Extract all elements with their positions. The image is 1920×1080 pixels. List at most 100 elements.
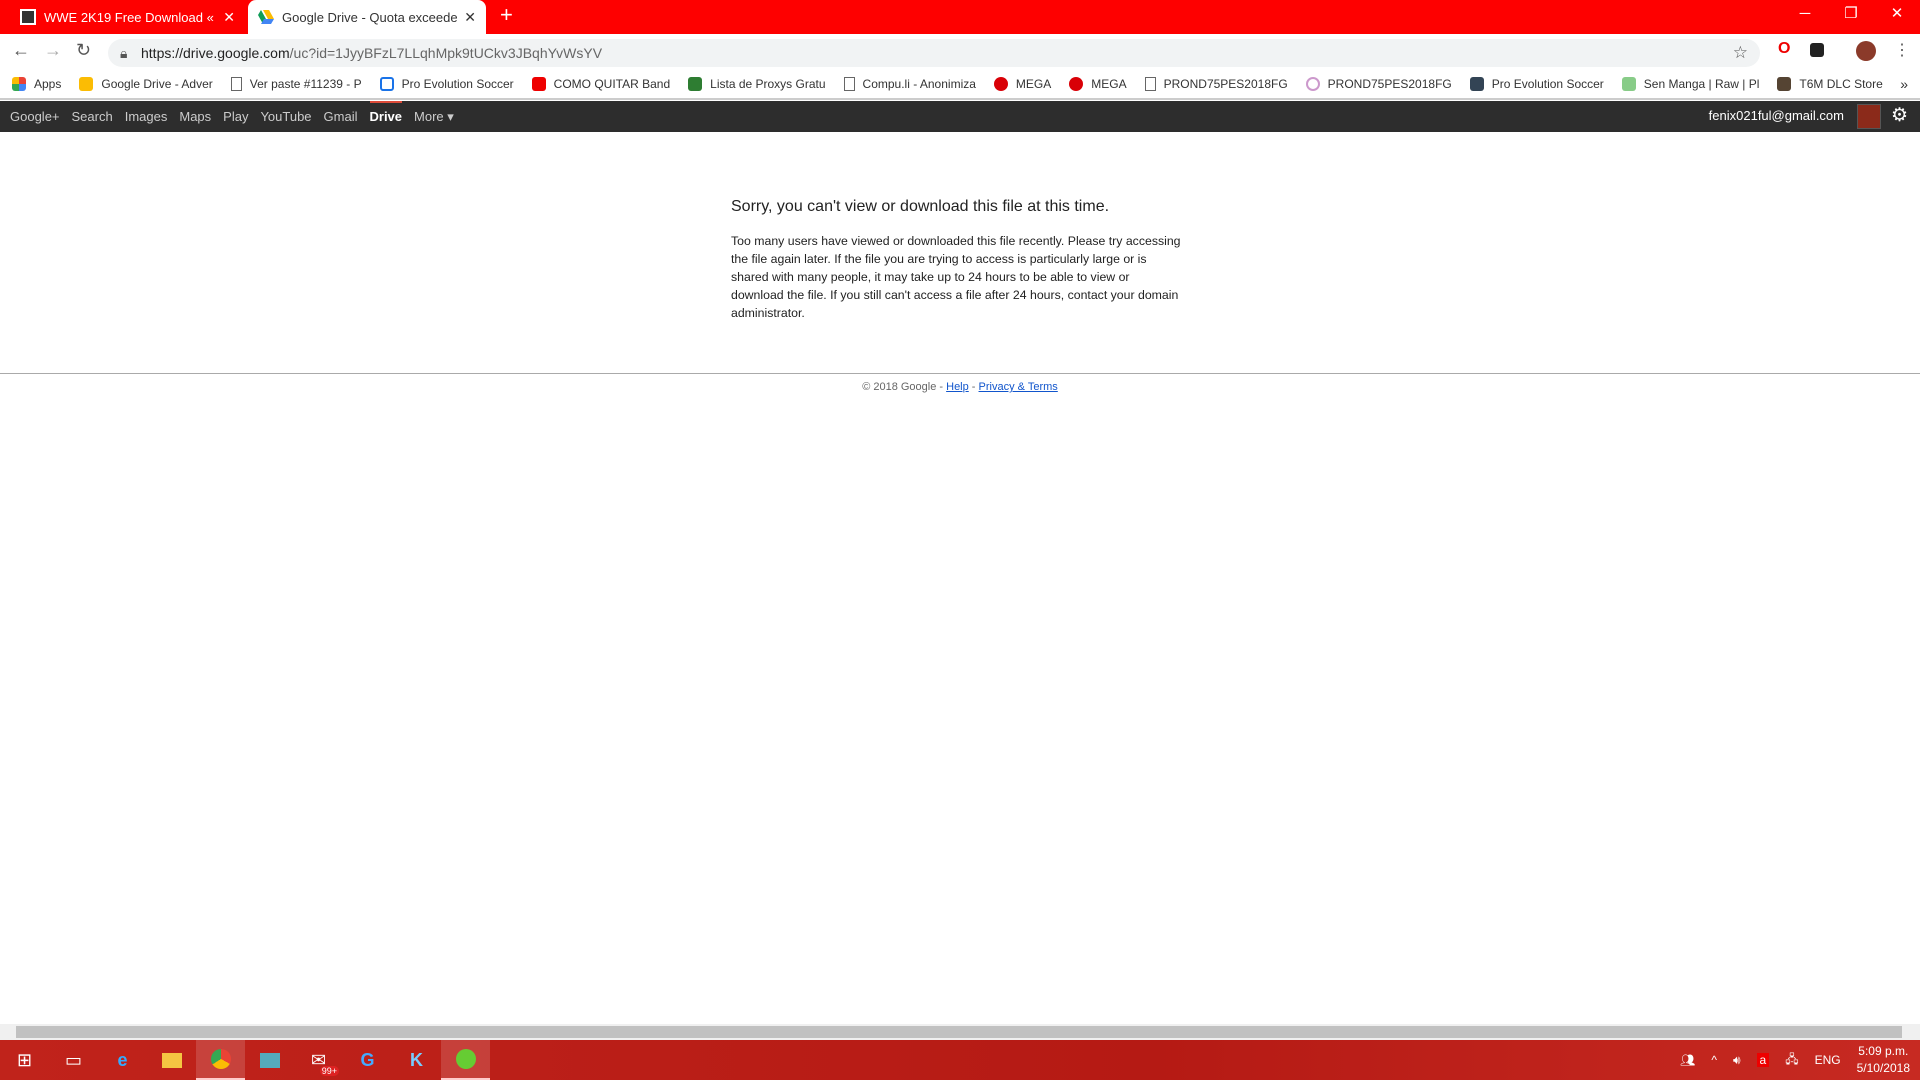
avira-icon[interactable]: a [1756,1053,1770,1067]
pes-icon [1469,76,1484,91]
bookmark-item[interactable]: Sen Manga | Raw | Pl [1621,76,1759,91]
more-bookmarks-chevron-icon[interactable]: » [1900,76,1908,92]
divider [0,373,1920,374]
app-icon[interactable] [245,1040,294,1080]
bookmark-item[interactable]: PROND75PES2018FG [1305,76,1452,91]
bookmark-item[interactable]: Ver paste #11239 - P [230,76,362,91]
gbar-gmail[interactable]: Gmail [324,109,358,124]
error-message: Sorry, you can't view or download this f… [731,198,1181,322]
minimize-button[interactable]: ─ [1782,0,1828,30]
error-body: Too many users have viewed or downloaded… [731,234,1181,320]
address-bar[interactable]: 🔒︎ https://drive.google.com/uc?id=1JyyBF… [108,39,1760,67]
account-email[interactable]: fenix021ful@gmail.com [1709,108,1844,123]
bookmark-item[interactable]: Lista de Proxys Gratu [688,76,826,91]
new-tab-button[interactable]: + [500,2,513,28]
people-icon[interactable]: 👥︎ [1680,1053,1695,1067]
file-explorer-icon[interactable] [147,1040,196,1080]
extension-icon[interactable] [1810,43,1824,57]
editor-icon[interactable]: K [392,1040,441,1080]
sen-manga-icon [1621,76,1636,91]
edge-icon[interactable]: e [98,1040,147,1080]
close-tab-icon[interactable]: ✕ [223,9,235,26]
igg-favicon-icon [20,9,36,25]
bookmark-apps[interactable]: Apps [12,76,61,91]
account-avatar[interactable] [1857,104,1881,129]
chrome-icon[interactable] [196,1040,245,1080]
utorrent-icon[interactable] [441,1040,490,1080]
gbar-youtube[interactable]: YouTube [260,109,311,124]
back-icon[interactable]: ← [12,40,30,61]
taskbar: ⊞ ▭ e ✉ 99+ G K [0,1040,1920,1080]
bookmark-item[interactable]: Pro Evolution Soccer [379,76,514,91]
help-link[interactable]: Help [946,381,969,393]
show-hidden-icons-chevron[interactable]: ^ [1711,1053,1717,1067]
tab-title: WWE 2K19 Free Download « IGG [44,9,217,25]
language-indicator[interactable]: ENG [1815,1053,1841,1067]
gbar-drive[interactable]: Drive [369,101,403,124]
mega-icon [993,76,1008,91]
close-window-button[interactable]: ✕ [1874,0,1920,30]
t6m-icon [1777,76,1792,91]
gbar-more[interactable]: More ▾ [414,109,454,125]
copyright: © 2018 Google - [862,381,947,393]
footer: © 2018 Google - Help - Privacy & Terms [0,381,1920,393]
bookmark-item[interactable]: MEGA [993,76,1051,91]
url-path: /uc?id=1JyyBFzL7LLqhMpk9tUCkv3JBqhYvWsYV [289,45,603,61]
bookmark-item[interactable]: MEGA [1069,76,1127,91]
gbar-search[interactable]: Search [72,109,113,124]
privacy-terms-link[interactable]: Privacy & Terms [979,381,1058,393]
page-icon [230,76,242,91]
mail-badge: 99+ [319,1066,339,1076]
network-icon[interactable]: 🖧 [1785,1050,1798,1071]
volume-icon[interactable]: 🔊︎ [1733,1053,1741,1068]
youtube-icon [531,76,546,91]
bookmark-item[interactable]: Pro Evolution Soccer [1469,76,1604,91]
gbar-googleplus[interactable]: Google+ [10,109,60,124]
bookmark-item[interactable]: Compu.li - Anonimiza [843,76,976,91]
bookmark-star-icon[interactable]: ☆ [1733,39,1748,67]
opera-extension-icon[interactable]: O [1778,40,1790,58]
tab-title: Google Drive - Quota exceeded [282,9,459,25]
gbar-play[interactable]: Play [223,109,248,124]
horizontal-scrollbar[interactable] [0,1024,1920,1040]
forward-icon[interactable]: → [44,40,62,61]
gbar-images[interactable]: Images [125,109,168,124]
error-heading: Sorry, you can't view or download this f… [731,198,1110,215]
apps-grid-icon [12,76,26,91]
mail-icon[interactable]: ✉ 99+ [294,1040,343,1080]
tab-bar: WWE 2K19 Free Download « IGG ✕ Google Dr… [0,0,1920,34]
gbar-maps[interactable]: Maps [179,109,211,124]
mega-icon [1069,76,1084,91]
cloud-icon [1305,76,1320,91]
g-app-icon[interactable]: G [343,1040,392,1080]
reload-icon[interactable]: ↻ [76,40,91,61]
bookmark-item[interactable]: T6M DLC Store [1777,76,1883,91]
bookmark-item[interactable]: PROND75PES2018FG [1144,76,1288,91]
shield-icon [688,76,703,91]
bookmark-item[interactable]: COMO QUITAR Band [531,76,670,91]
bookmarks-bar: Apps Google Drive - Adver Ver paste #112… [0,69,1920,100]
scrollbar-thumb[interactable] [16,1026,1902,1038]
profile-avatar[interactable] [1856,41,1876,61]
page-icon [1144,76,1156,91]
footer-separator: - [968,381,979,393]
clock[interactable]: 5:09 p.m. 5/10/2018 [1857,1043,1910,1077]
url-host: https://drive.google.com [141,45,290,61]
menu-icon[interactable]: ⋮ [1894,40,1910,60]
system-tray: 👥︎ ^ 🔊︎ a 🖧 ENG 5:09 p.m. 5/10/2018 [1680,1040,1910,1080]
task-view-icon[interactable]: ▭ [49,1040,98,1080]
google-drive-icon [79,76,94,91]
lock-icon: 🔒︎ [120,45,128,61]
bookmark-item[interactable]: Google Drive - Adver [79,76,213,91]
restore-button[interactable]: ❐ [1828,0,1874,30]
close-tab-icon[interactable]: ✕ [464,9,476,26]
google-drive-icon [258,9,274,25]
settings-gear-icon[interactable]: ⚙ [1891,104,1908,127]
page-icon [843,76,855,91]
tab-google-drive[interactable]: Google Drive - Quota exceeded ✕ [248,0,486,34]
tab-igg[interactable]: WWE 2K19 Free Download « IGG ✕ [10,0,245,34]
tv-icon [379,76,394,91]
google-bar: Google+ Search Images Maps Play YouTube … [0,101,1920,132]
windows-start-icon[interactable]: ⊞ [0,1040,49,1080]
browser-toolbar: ← → ↻ 🔒︎ https://drive.google.com/uc?id=… [0,34,1920,69]
